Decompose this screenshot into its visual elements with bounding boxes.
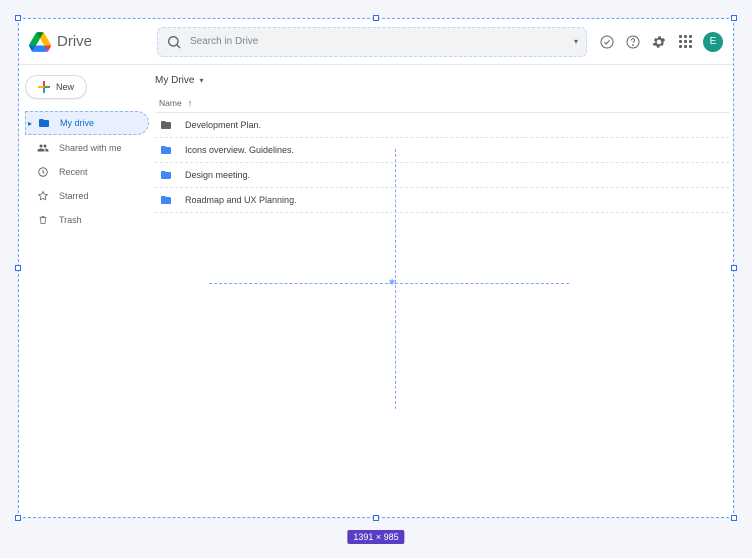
file-name: Development Plan. <box>185 120 261 130</box>
app-logo[interactable]: Drive <box>29 31 157 53</box>
sidebar-item-label: Shared with me <box>59 143 122 153</box>
file-row[interactable]: Roadmap and UX Planning. <box>155 188 729 213</box>
search-input[interactable] <box>190 36 566 47</box>
folder-icon <box>159 169 173 181</box>
sidebar-item-label: Recent <box>59 167 88 177</box>
chevron-right-icon[interactable]: ▸ <box>28 119 32 128</box>
sidebar-item-starred[interactable]: Starred <box>25 185 149 207</box>
apps-grid-icon[interactable] <box>677 34 693 50</box>
file-list: Development Plan. Icons overview. Guideli… <box>155 113 729 213</box>
sidebar-item-shared[interactable]: Shared with me <box>25 137 149 159</box>
file-name: Icons overview. Guidelines. <box>185 145 294 155</box>
folder-icon <box>159 144 173 156</box>
avatar[interactable]: E <box>703 32 723 52</box>
ready-offline-icon[interactable] <box>599 34 615 50</box>
folder-icon <box>38 117 50 129</box>
search-icon <box>166 34 182 50</box>
sidebar: New ▸ My drive Shared with me Recent <box>19 65 155 517</box>
sidebar-item-label: Trash <box>59 215 82 225</box>
sidebar-item-label: My drive <box>60 118 94 128</box>
star-icon <box>37 190 49 202</box>
column-header-name[interactable]: Name ↑ <box>155 96 729 113</box>
column-header-label: Name <box>159 98 182 108</box>
new-button[interactable]: New <box>25 75 87 99</box>
file-row[interactable]: Development Plan. <box>155 113 729 138</box>
help-icon[interactable] <box>625 34 641 50</box>
new-button-label: New <box>56 82 74 92</box>
file-row[interactable]: Design meeting. <box>155 163 729 188</box>
resize-handle[interactable] <box>731 15 737 21</box>
breadcrumb[interactable]: My Drive ▾ <box>155 75 729 96</box>
sidebar-item-label: Starred <box>59 191 89 201</box>
file-name: Roadmap and UX Planning. <box>185 195 297 205</box>
sort-asc-icon: ↑ <box>188 98 193 108</box>
drive-logo-icon <box>29 31 51 53</box>
resize-handle[interactable] <box>15 15 21 21</box>
sidebar-item-recent[interactable]: Recent <box>25 161 149 183</box>
main-content: My Drive ▾ Name ↑ Development Plan. Icons… <box>155 65 733 517</box>
design-frame: ✶ Drive ▾ <box>18 18 734 518</box>
resize-handle[interactable] <box>15 265 21 271</box>
gear-icon[interactable] <box>651 34 667 50</box>
clock-icon <box>37 166 49 178</box>
file-row[interactable]: Icons overview. Guidelines. <box>155 138 729 163</box>
trash-icon <box>37 214 49 226</box>
file-name: Design meeting. <box>185 170 250 180</box>
search-options-icon[interactable]: ▾ <box>574 37 578 46</box>
breadcrumb-current: My Drive <box>155 75 194 86</box>
people-icon <box>37 142 49 154</box>
sidebar-item-trash[interactable]: Trash <box>25 209 149 231</box>
app-header: Drive ▾ E <box>19 19 733 65</box>
frame-size-badge: 1391 × 985 <box>347 530 404 544</box>
chevron-down-icon: ▾ <box>199 76 203 85</box>
plus-icon <box>38 81 50 93</box>
sidebar-item-my-drive[interactable]: ▸ My drive <box>25 111 149 135</box>
search-bar[interactable]: ▾ <box>157 27 587 57</box>
folder-icon <box>159 194 173 206</box>
app-name: Drive <box>57 33 92 50</box>
resize-handle[interactable] <box>15 515 21 521</box>
resize-handle[interactable] <box>373 15 379 21</box>
folder-icon <box>159 119 173 131</box>
